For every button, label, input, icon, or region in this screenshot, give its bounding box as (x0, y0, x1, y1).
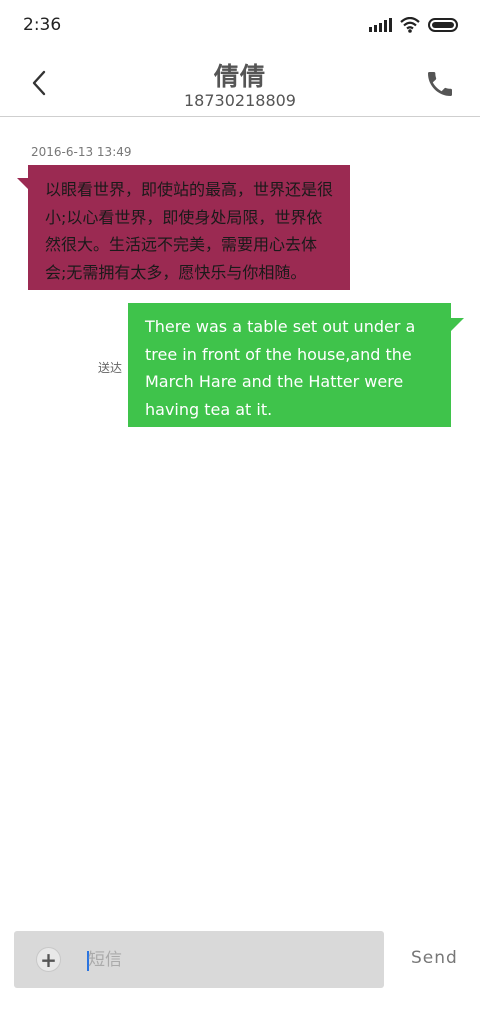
status-icons (369, 17, 458, 33)
send-button[interactable]: Send (411, 948, 458, 968)
signal-icon (369, 18, 392, 32)
outgoing-bubble-tail (451, 318, 464, 331)
sms-conversation-screen: 2:36 倩倩 18730218809 2016-6-13 13:49 以眼看世… (0, 0, 480, 1013)
battery-icon (428, 18, 458, 32)
plus-icon: + (40, 947, 57, 972)
conversation-header: 倩倩 18730218809 (0, 52, 480, 117)
incoming-message-bubble[interactable]: 以眼看世界，即使站的最高，世界还是很小;以心看世界，即使身处局限，世界依然很大。… (28, 165, 350, 290)
message-timestamp: 2016-6-13 13:49 (31, 145, 132, 159)
add-attachment-button[interactable]: + (36, 947, 61, 972)
message-composer: + (14, 931, 384, 988)
status-bar: 2:36 (0, 0, 480, 52)
message-input[interactable] (88, 942, 368, 978)
contact-name: 倩倩 (213, 62, 266, 91)
outgoing-message-bubble[interactable]: There was a table set out under a tree i… (128, 303, 451, 427)
delivery-status: 送达 (98, 361, 123, 375)
phone-call-icon[interactable] (424, 68, 456, 100)
status-time: 2:36 (23, 15, 62, 35)
contact-phone-number: 18730218809 (184, 91, 296, 110)
wifi-icon (400, 17, 420, 33)
